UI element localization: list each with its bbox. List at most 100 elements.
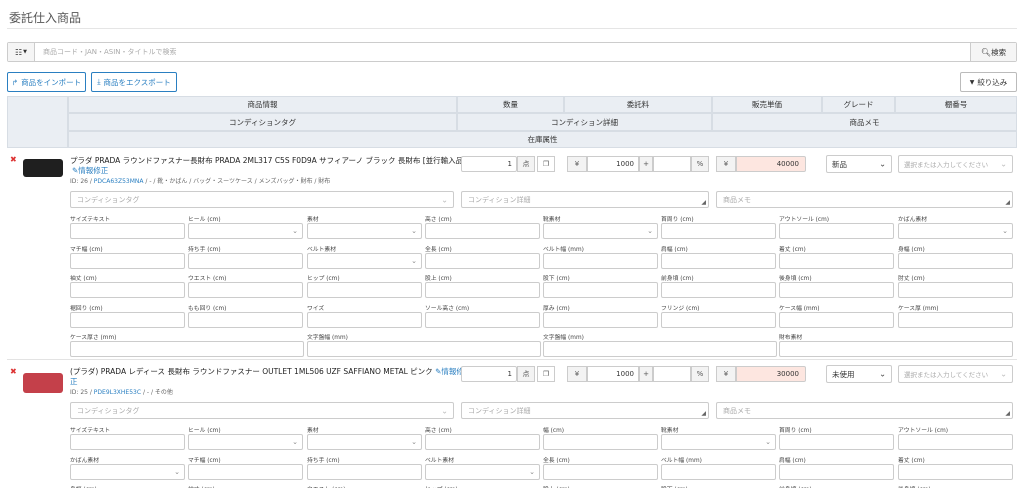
attribute-input[interactable] <box>307 463 422 480</box>
attribute-input[interactable] <box>898 434 1013 450</box>
attribute-input[interactable] <box>898 311 1013 328</box>
edit-info-link[interactable]: ✎情報修正 <box>72 165 108 176</box>
commission-amount-input[interactable] <box>587 156 639 172</box>
commission-amount-input[interactable] <box>587 366 639 382</box>
attribute-label: 袖丈 (cm) <box>70 276 97 282</box>
attribute-input[interactable]: ⌄ <box>307 252 422 269</box>
attribute-input[interactable] <box>70 252 185 269</box>
attribute-input[interactable] <box>543 463 658 480</box>
filter-button[interactable]: ▼ 絞り込み <box>960 72 1017 92</box>
shelf-select[interactable]: 選択または入力してください ⌄ <box>898 365 1013 383</box>
attribute-input[interactable] <box>425 252 540 269</box>
unit-price-input[interactable]: 30000 <box>736 366 806 382</box>
import-button[interactable]: ↱ 商品をインポート <box>7 72 86 92</box>
grade-select[interactable]: 未使用 ⌄ <box>826 365 892 383</box>
attribute-input[interactable]: ⌄ <box>543 223 658 239</box>
commission-amount-value[interactable] <box>588 157 638 171</box>
attribute-input[interactable]: ⌄ <box>188 434 303 450</box>
attribute-input[interactable] <box>70 223 185 239</box>
edit-info-link-wrap[interactable]: 正 <box>70 376 78 387</box>
condition-tag-select[interactable]: コンディションタグ ⌄ <box>70 191 454 208</box>
attribute-input[interactable] <box>307 311 422 328</box>
attribute-input[interactable]: ⌄ <box>661 434 776 450</box>
quantity-value[interactable] <box>462 367 516 381</box>
attribute-input[interactable] <box>70 341 304 357</box>
attribute-input[interactable] <box>898 463 1013 480</box>
shelf-select[interactable]: 選択または入力してください ⌄ <box>898 155 1013 173</box>
chevron-down-icon: ⌄ <box>292 438 298 446</box>
delete-icon[interactable]: ✖ <box>10 367 17 376</box>
copy-button[interactable]: ❐ <box>537 366 555 382</box>
product-code-link[interactable]: PDE9L3XHE53C <box>94 389 141 396</box>
delete-icon[interactable]: ✖ <box>10 155 17 164</box>
attribute-input[interactable] <box>70 282 185 298</box>
download-icon: ⤓ <box>97 77 101 86</box>
unit-price-input[interactable]: 40000 <box>736 156 806 172</box>
attribute-input[interactable] <box>188 311 303 328</box>
attribute-input[interactable] <box>661 282 776 298</box>
attribute-input[interactable] <box>898 252 1013 269</box>
attribute-input[interactable] <box>543 434 658 450</box>
attribute-input[interactable]: ⌄ <box>898 223 1013 239</box>
memo-textarea[interactable]: 商品メモ ◢ <box>716 191 1013 208</box>
attribute-input[interactable] <box>188 252 303 269</box>
attribute-input[interactable] <box>543 252 658 269</box>
attribute-input[interactable] <box>779 223 894 239</box>
attribute-input[interactable] <box>70 434 185 450</box>
attribute-input[interactable] <box>543 341 777 357</box>
quantity-value[interactable] <box>462 157 516 171</box>
commission-percent-value[interactable] <box>654 367 690 381</box>
attribute-input[interactable] <box>425 311 540 328</box>
attribute-input[interactable]: ⌄ <box>70 463 185 480</box>
attribute-input[interactable] <box>779 282 894 298</box>
attribute-input[interactable] <box>188 282 303 298</box>
attribute-input[interactable] <box>543 282 658 298</box>
resize-grip-icon[interactable]: ◢ <box>701 199 706 206</box>
attribute-input[interactable] <box>779 311 894 328</box>
chevron-down-icon: ⌄ <box>411 227 417 235</box>
attribute-input[interactable] <box>779 463 894 480</box>
grade-select[interactable]: 新品 ⌄ <box>826 155 892 173</box>
search-button[interactable]: 🔍︎ 検索 <box>970 43 1016 61</box>
resize-grip-icon[interactable]: ◢ <box>1005 199 1010 206</box>
copy-button[interactable]: ❐ <box>537 156 555 172</box>
product-code-link[interactable]: PDCA63Z53MNA <box>94 178 144 185</box>
attribute-input[interactable] <box>779 434 894 450</box>
search-input[interactable] <box>35 43 970 61</box>
commission-percent-input[interactable] <box>653 366 691 382</box>
resize-grip-icon[interactable]: ◢ <box>1005 410 1010 417</box>
attribute-input[interactable] <box>543 311 658 328</box>
attribute-input[interactable]: ⌄ <box>425 463 540 480</box>
attribute-input[interactable] <box>898 282 1013 298</box>
chevron-down-icon: ⌄ <box>647 227 653 235</box>
attribute-input[interactable] <box>661 463 776 480</box>
attribute-input[interactable]: ⌄ <box>188 223 303 239</box>
attribute-input[interactable] <box>307 282 422 298</box>
commission-amount-value[interactable] <box>588 367 638 381</box>
attribute-input[interactable] <box>661 252 776 269</box>
attribute-input[interactable] <box>661 223 776 239</box>
commission-percent-input[interactable] <box>653 156 691 172</box>
resize-grip-icon[interactable]: ◢ <box>701 410 706 417</box>
quantity-input[interactable] <box>461 366 517 382</box>
attribute-input[interactable] <box>425 434 540 450</box>
attribute-input[interactable] <box>307 341 541 357</box>
attribute-label: アウトソール (cm) <box>898 428 948 434</box>
export-button[interactable]: ⤓ 商品をエクスポート <box>91 72 177 92</box>
attribute-input[interactable] <box>425 282 540 298</box>
attribute-input[interactable]: ⌄ <box>307 434 422 450</box>
quantity-input[interactable] <box>461 156 517 172</box>
attribute-input[interactable]: ⌄ <box>307 223 422 239</box>
attribute-input[interactable] <box>779 252 894 269</box>
attribute-input[interactable] <box>425 223 540 239</box>
condition-detail-textarea[interactable]: コンディション詳細 ◢ <box>461 191 709 208</box>
commission-percent-value[interactable] <box>654 157 690 171</box>
attribute-input[interactable] <box>661 311 776 328</box>
memo-textarea[interactable]: 商品メモ ◢ <box>716 402 1013 419</box>
attribute-input[interactable] <box>779 341 1013 357</box>
attribute-input[interactable] <box>70 311 185 328</box>
attribute-input[interactable] <box>188 463 303 480</box>
condition-detail-textarea[interactable]: コンディション詳細 ◢ <box>461 402 709 419</box>
search-options-button[interactable]: ☷ ▼ <box>8 43 35 61</box>
condition-tag-select[interactable]: コンディションタグ ⌄ <box>70 402 454 419</box>
